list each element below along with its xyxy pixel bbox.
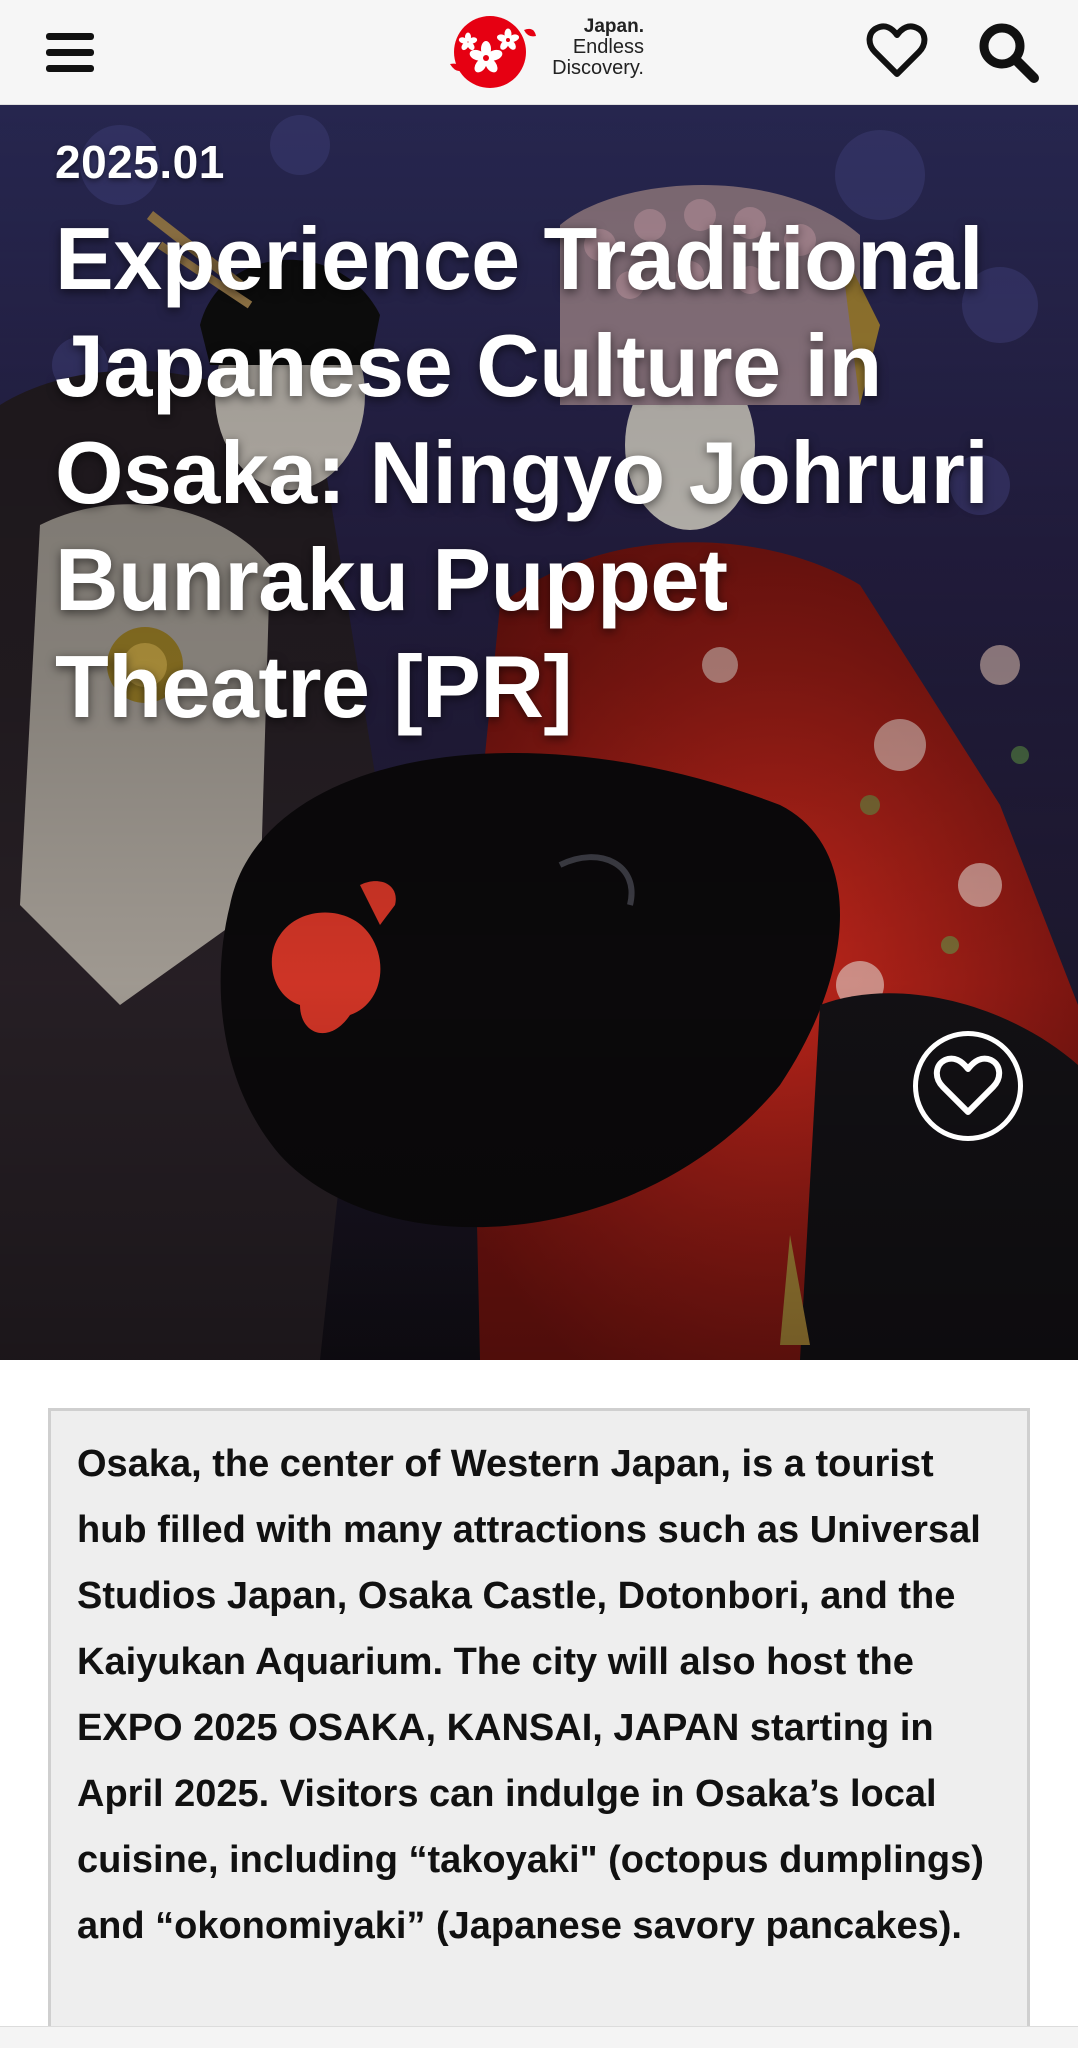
logo-line-3: Discovery.	[552, 57, 644, 79]
menu-button[interactable]	[30, 22, 112, 82]
hamburger-icon-bar	[46, 64, 94, 72]
cherry-blossom-logo-icon	[450, 16, 536, 88]
hero-section: 2025.01 Experience Traditional Japanese …	[0, 105, 1078, 1360]
article-intro-text: Osaka, the center of Western Japan, is a…	[77, 1443, 984, 1947]
search-icon[interactable]	[976, 20, 1040, 84]
article-intro-box: Osaka, the center of Western Japan, is a…	[48, 1408, 1030, 2048]
bottom-edge	[0, 2026, 1078, 2048]
article-title: Experience Traditional Japanese Culture …	[55, 209, 989, 736]
heart-outline-icon	[933, 1055, 1003, 1115]
add-to-favorites-button[interactable]	[913, 1031, 1023, 1141]
site-header: Japan. Endless Discovery.	[0, 0, 1078, 105]
article-date: 2025.01	[55, 136, 225, 188]
logo-wordmark: Japan. Endless Discovery.	[532, 16, 644, 79]
favorites-heart-icon[interactable]	[866, 22, 928, 80]
page: Japan. Endless Discovery. 2025.01 Experi…	[0, 0, 1078, 2048]
site-logo[interactable]: Japan. Endless Discovery.	[446, 12, 646, 92]
logo-line-2: Endless	[572, 36, 644, 58]
logo-line-1: Japan.	[583, 16, 644, 37]
hamburger-icon-bar	[46, 48, 94, 56]
hamburger-icon-bar	[46, 32, 94, 40]
